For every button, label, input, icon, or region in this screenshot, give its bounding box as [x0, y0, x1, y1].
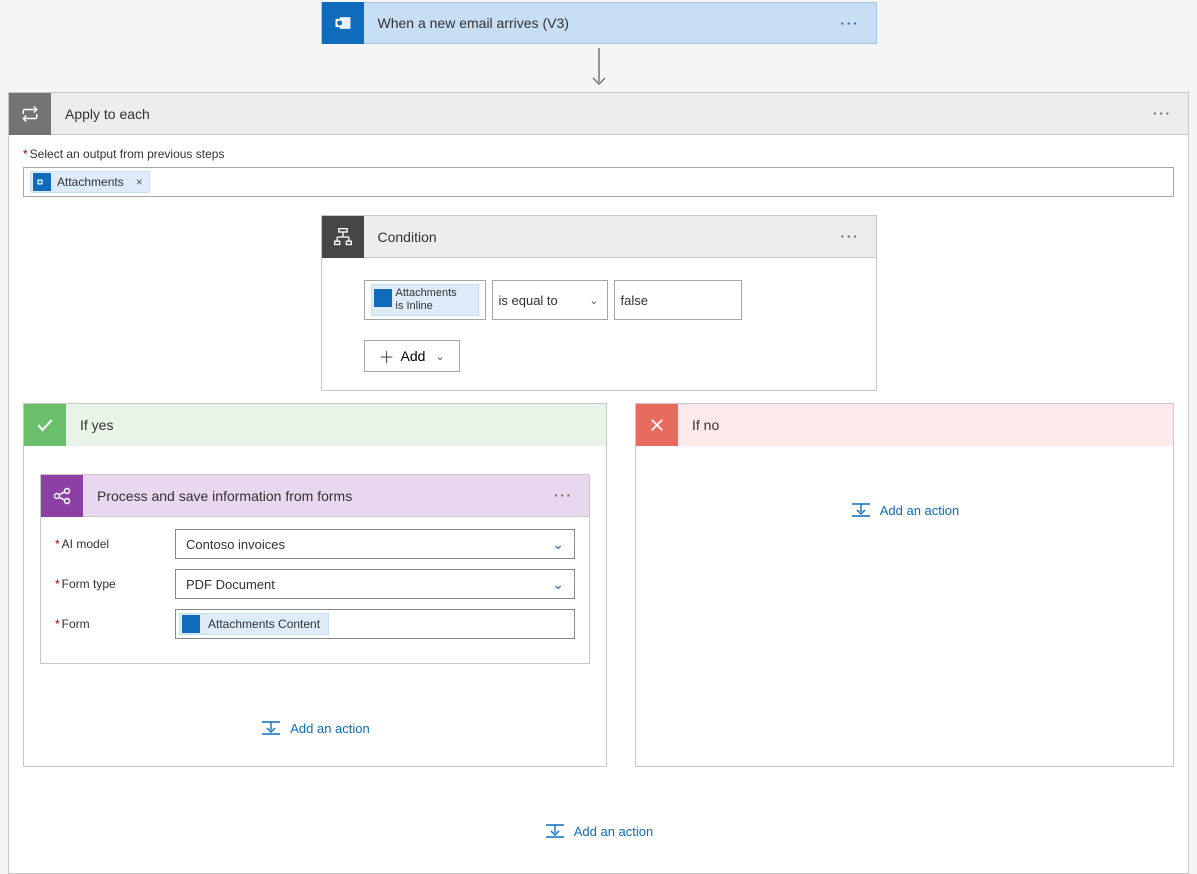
- plus-icon: ＋: [379, 344, 395, 368]
- ai-model-value: Contoso invoices: [186, 537, 285, 552]
- chevron-down-icon: ⌄: [552, 576, 564, 593]
- ai-model-select[interactable]: Contoso invoices ⌄: [175, 529, 575, 559]
- condition-header[interactable]: Condition ···: [322, 216, 876, 258]
- process-action-card: Process and save information from forms …: [40, 474, 590, 664]
- cross-icon: [636, 404, 678, 446]
- form-type-select[interactable]: PDF Document ⌄: [175, 569, 575, 599]
- no-add-action-link[interactable]: Add an action: [652, 502, 1157, 518]
- check-icon: [24, 404, 66, 446]
- condition-left-line1: Attachments: [396, 287, 470, 300]
- condition-title: Condition: [364, 229, 825, 245]
- output-label: Select an output from previous steps: [23, 147, 1174, 161]
- form-input[interactable]: Attachments Content: [175, 609, 575, 639]
- attachments-token-label: Attachments: [57, 175, 124, 189]
- outer-add-action-label: Add an action: [574, 824, 654, 839]
- if-no-header[interactable]: If no: [636, 404, 1173, 446]
- flow-arrow: [0, 44, 1197, 92]
- outlook-token-icon: [374, 289, 392, 307]
- output-input[interactable]: Attachments ×: [23, 167, 1174, 197]
- no-add-action-label: Add an action: [880, 503, 960, 518]
- yes-add-action-label: Add an action: [290, 721, 370, 736]
- outlook-icon: [322, 2, 364, 44]
- apply-to-each-more-button[interactable]: ···: [1137, 106, 1188, 121]
- condition-more-button[interactable]: ···: [825, 229, 876, 244]
- condition-left-input[interactable]: Attachments is Inline: [364, 280, 486, 320]
- attachments-content-token-label: Attachments Content: [208, 617, 320, 631]
- ai-model-label: AI model: [55, 537, 175, 551]
- condition-left-line2: is Inline: [396, 300, 470, 313]
- condition-card: Condition ··· Attachments is Inline: [321, 215, 877, 391]
- if-no-title: If no: [678, 417, 733, 433]
- form-type-value: PDF Document: [186, 577, 275, 592]
- apply-to-each-header[interactable]: Apply to each ···: [9, 93, 1188, 135]
- process-action-more-button[interactable]: ···: [538, 488, 589, 503]
- add-action-icon: [850, 502, 872, 518]
- condition-operator-select[interactable]: is equal to ⌄: [492, 280, 608, 320]
- chevron-down-icon: ⌄: [552, 536, 564, 553]
- apply-to-each-card: Apply to each ··· Select an output from …: [8, 92, 1189, 874]
- yes-add-action-link[interactable]: Add an action: [40, 720, 590, 736]
- add-action-icon: [544, 823, 566, 839]
- chevron-down-icon: ⌄: [589, 294, 598, 307]
- form-label: Form: [55, 617, 175, 631]
- if-yes-title: If yes: [66, 417, 127, 433]
- condition-add-button[interactable]: ＋ Add ⌄: [364, 340, 460, 372]
- chevron-down-icon: ⌄: [435, 350, 444, 363]
- if-yes-branch: If yes: [23, 403, 607, 767]
- trigger-title: When a new email arrives (V3): [364, 15, 825, 31]
- add-action-icon: [260, 720, 282, 736]
- ai-builder-icon: [41, 475, 83, 517]
- apply-to-each-title: Apply to each: [51, 106, 1137, 122]
- condition-icon: [322, 216, 364, 258]
- condition-add-label: Add: [401, 348, 426, 364]
- condition-operator-value: is equal to: [499, 293, 558, 308]
- token-remove-icon[interactable]: ×: [136, 175, 143, 189]
- outlook-token-icon: [182, 615, 200, 633]
- form-type-label: Form type: [55, 577, 175, 591]
- attachments-token[interactable]: Attachments ×: [30, 171, 150, 193]
- loop-icon: [9, 93, 51, 135]
- if-no-branch: If no Add a: [635, 403, 1174, 767]
- process-action-title: Process and save information from forms: [83, 488, 538, 504]
- trigger-more-button[interactable]: ···: [825, 16, 876, 31]
- outer-add-action-link[interactable]: Add an action: [23, 823, 1174, 849]
- outlook-token-icon: [33, 173, 51, 191]
- condition-right-value: false: [621, 293, 648, 308]
- attachments-content-token[interactable]: Attachments Content: [179, 613, 329, 635]
- if-yes-header[interactable]: If yes: [24, 404, 606, 446]
- condition-right-input[interactable]: false: [614, 280, 742, 320]
- process-action-header[interactable]: Process and save information from forms …: [41, 475, 589, 517]
- trigger-card[interactable]: When a new email arrives (V3) ···: [321, 2, 877, 44]
